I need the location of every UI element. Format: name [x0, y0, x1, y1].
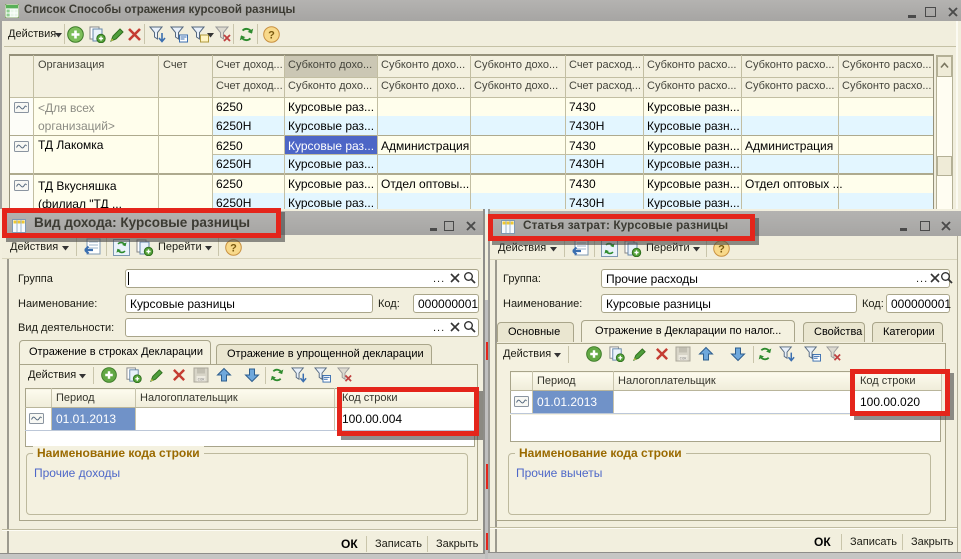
svg-text:?: ?	[718, 244, 725, 256]
svg-text:сок: сок	[198, 377, 205, 382]
svg-text:сок: сок	[680, 356, 687, 361]
svg-text:?: ?	[230, 243, 237, 255]
